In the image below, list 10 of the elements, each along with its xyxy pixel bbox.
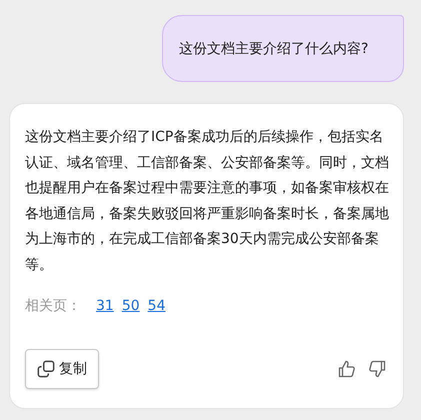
question-bubble: 这份文档主要介绍了什么内容? <box>162 15 404 82</box>
copy-icon <box>37 360 55 378</box>
answer-text: 这份文档主要介绍了ICP备案成功后的后续操作，包括实名认证、域名管理、工信部备案、公安部备案等。同时，文档也提醒用户在备案过程中需要注意的事项，如备案审核权在各地通信局，备案失败驳回将严重影响备案时长，备案属地为上海市的，在完成工信部备案30天内需完成公安部备案等。 <box>25 128 390 274</box>
related-pages-label: 相关页： <box>25 297 81 315</box>
thumbs-up-icon[interactable] <box>338 360 356 378</box>
page-link[interactable]: 50 <box>122 298 140 314</box>
copy-button[interactable]: 复制 <box>25 349 99 389</box>
page-link[interactable]: 31 <box>96 298 114 314</box>
page-link[interactable]: 54 <box>148 298 166 314</box>
thumbs-down-icon[interactable] <box>368 360 386 378</box>
